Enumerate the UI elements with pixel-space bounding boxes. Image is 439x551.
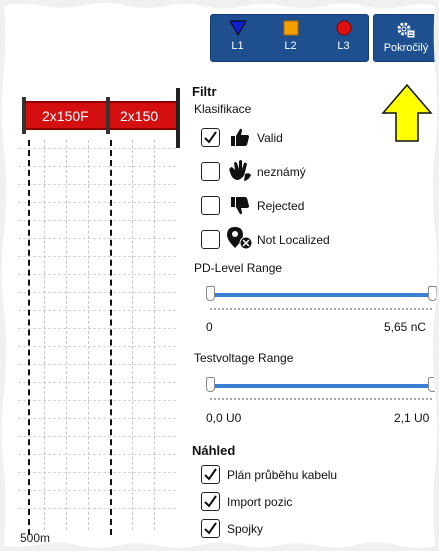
unknown-checkbox[interactable] [201, 162, 220, 181]
voltage-range-max-value: 2,1 U0 [394, 411, 430, 425]
thumbs-down-icon [231, 197, 249, 215]
not-localized-checkbox[interactable] [201, 230, 220, 249]
advanced-label: Pokročilý [383, 42, 429, 54]
cable-joint[interactable] [106, 97, 110, 134]
screen-root: L1 L2 L3 Pokročilý 2x150F 2x150 500m Fil… [0, 0, 439, 551]
checkmark-icon [204, 522, 217, 535]
joints-checkbox[interactable] [201, 519, 220, 538]
gear-settings-icon [397, 22, 416, 39]
import-positions-checkbox[interactable] [201, 492, 220, 511]
class-label-rejected: Rejected [257, 199, 305, 213]
class-label-not-localized: Not Localized [257, 233, 330, 247]
torn-edge-left [0, 0, 7, 551]
cable-route-plan-checkbox[interactable] [201, 465, 220, 484]
phase-button-l3[interactable]: L3 [317, 15, 370, 63]
checkmark-icon [204, 131, 217, 144]
class-label-valid: Valid [257, 131, 283, 145]
voltage-range-ticks [210, 398, 432, 400]
phase-button-l2[interactable]: L2 [264, 15, 317, 63]
waving-hands-icon [229, 160, 251, 181]
triangle-down-icon [228, 20, 247, 36]
pd-range-slider[interactable] [210, 293, 432, 297]
voltage-range-slider[interactable] [210, 384, 432, 388]
phase-selector: L1 L2 L3 [210, 14, 369, 62]
rejected-checkbox[interactable] [201, 196, 220, 215]
preview-label-joints: Spojky [227, 522, 264, 536]
preview-title: Náhled [192, 443, 236, 458]
pd-range-min-value: 0 [206, 320, 213, 334]
valid-checkbox[interactable] [201, 128, 220, 147]
thumbs-up-icon [231, 128, 249, 146]
class-label-unknown: neznámý [257, 165, 306, 179]
pd-range-max-value: 5,65 nC [384, 320, 427, 334]
voltage-range-min-value: 0,0 U0 [206, 411, 242, 425]
torn-edge-top [0, 0, 439, 9]
advanced-button[interactable]: Pokročilý [373, 14, 439, 62]
circle-icon [336, 20, 351, 36]
cable-segment-label: 2x150F [42, 108, 89, 124]
voltage-range-min-handle[interactable] [206, 377, 215, 392]
phase-button-l1[interactable]: L1 [211, 15, 264, 63]
checkmark-icon [204, 468, 217, 481]
plot-edge-marker [176, 88, 180, 148]
classification-label: Klasifikace [194, 102, 252, 116]
phase-label-l2: L2 [284, 40, 297, 52]
preview-label-route-plan: Plán průběhu kabelu [227, 468, 338, 482]
checkmark-icon [204, 495, 217, 508]
joint-marker-line [28, 140, 30, 535]
cable-route-bar[interactable]: 2x150F 2x150 [22, 97, 176, 134]
torn-edge-bottom [0, 542, 439, 551]
voltage-range-label: Testvoltage Range [194, 351, 294, 365]
filter-title: Filtr [192, 84, 217, 99]
cable-joint[interactable] [22, 97, 26, 134]
pd-range-ticks [210, 308, 432, 310]
pd-range-min-handle[interactable] [206, 286, 215, 301]
cable-segment-label: 2x150 [120, 108, 159, 124]
location-off-icon [227, 227, 253, 250]
phase-label-l3: L3 [337, 40, 350, 52]
filter-panel: Filtr Klasifikace Valid neznámý Rejected [184, 80, 439, 551]
highlight-arrow-icon [381, 83, 433, 142]
joint-marker-line [110, 140, 112, 535]
pd-range-label: PD-Level Range [194, 261, 283, 275]
torn-edge-right [432, 0, 439, 551]
phase-label-l1: L1 [231, 40, 244, 52]
square-icon [283, 20, 298, 36]
preview-label-import-positions: Import pozic [227, 495, 293, 509]
